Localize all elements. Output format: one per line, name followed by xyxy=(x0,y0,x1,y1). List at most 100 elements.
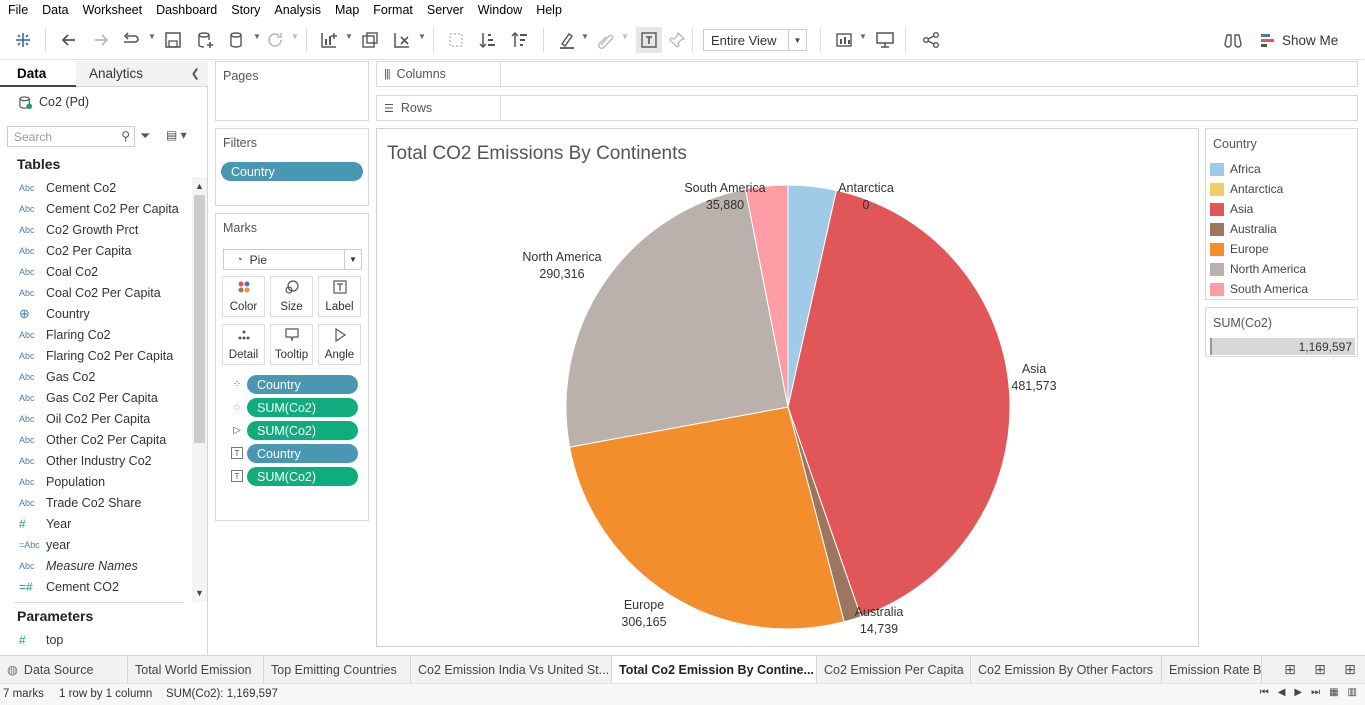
prev-sheet-icon[interactable]: ◀ xyxy=(1278,687,1286,698)
field-item[interactable]: Abc Trade Co2 Share xyxy=(0,492,192,513)
legend-item[interactable]: Asia xyxy=(1210,200,1253,218)
field-item[interactable]: # Year xyxy=(0,513,192,534)
field-item[interactable]: Abc Oil Co2 Per Capita xyxy=(0,408,192,429)
tableau-logo-icon[interactable] xyxy=(12,29,34,51)
highlight-icon[interactable] xyxy=(556,29,578,51)
legend-item[interactable]: Australia xyxy=(1210,220,1277,238)
filters-shelf[interactable]: Filters Country xyxy=(215,128,369,206)
sheet-tab[interactable]: Total World Emission xyxy=(128,656,264,683)
last-sheet-icon[interactable]: ⏭ xyxy=(1311,687,1320,698)
scroll-up-icon[interactable]: ▲ xyxy=(195,181,204,191)
menu-help[interactable]: Help xyxy=(536,3,562,17)
sheet-tab[interactable]: Co2 Emission Per Capita xyxy=(817,656,971,683)
menu-story[interactable]: Story xyxy=(231,3,260,17)
sheet-sorter-icon[interactable]: ▦ xyxy=(1329,687,1338,698)
pages-shelf[interactable]: Pages xyxy=(215,61,369,121)
field-list-scrollbar[interactable]: ▲ ▼ xyxy=(192,177,207,602)
new-story-tab-icon[interactable]: ⊞ xyxy=(1335,661,1365,678)
mark-pill[interactable]: SUM(Co2) xyxy=(247,467,358,486)
pause-datasource-icon[interactable] xyxy=(226,29,248,51)
chevron-down-icon[interactable]: ▼ xyxy=(859,32,867,41)
sheet-tab[interactable]: Co2 Emission By Other Factors xyxy=(971,656,1162,683)
view-options-icon[interactable]: ▤ ▾ xyxy=(166,128,187,142)
new-datasource-icon[interactable] xyxy=(194,29,216,51)
field-item[interactable]: Abc Cement Co2 Per Capita xyxy=(0,198,192,219)
fit-select[interactable]: Entire View ▼ xyxy=(703,29,807,51)
field-item[interactable]: Abc Cement Co2 xyxy=(0,177,192,198)
show-me-button[interactable]: Show Me xyxy=(1260,30,1338,50)
label-button[interactable]: Label xyxy=(318,276,361,317)
sheet-tab[interactable]: Co2 Emission India Vs United St... xyxy=(411,656,612,683)
sheet-tab[interactable]: Emission Rate By In xyxy=(1162,656,1262,683)
sort-ascending-icon[interactable] xyxy=(477,29,499,51)
presentation-mode-icon[interactable] xyxy=(874,29,896,51)
tab-data-source[interactable]: ◍ Data Source xyxy=(0,656,128,683)
detail-button[interactable]: Detail xyxy=(222,324,265,365)
chevron-down-icon[interactable]: ▼ xyxy=(621,32,629,41)
duplicate-sheet-icon[interactable] xyxy=(359,29,381,51)
legend-item[interactable]: South America xyxy=(1210,280,1308,298)
chevron-down-icon[interactable]: ▼ xyxy=(253,32,261,41)
menu-map[interactable]: Map xyxy=(335,3,359,17)
clear-sheet-icon[interactable] xyxy=(391,29,413,51)
menu-format[interactable]: Format xyxy=(373,3,413,17)
legend-item[interactable]: Africa xyxy=(1210,160,1261,178)
view-canvas[interactable]: Total CO2 Emissions By Continents Antarc… xyxy=(376,128,1199,647)
swap-rows-columns-icon[interactable] xyxy=(445,29,467,51)
filmstrip-icon[interactable]: ▥ xyxy=(1348,687,1357,698)
color-button[interactable]: Color xyxy=(222,276,265,317)
parameter-item[interactable]: # top xyxy=(0,629,192,650)
mark-pill[interactable]: Country xyxy=(247,375,358,394)
field-item[interactable]: Abc Other Co2 Per Capita xyxy=(0,429,192,450)
field-item[interactable]: Abc Population xyxy=(0,471,192,492)
tab-analytics[interactable]: Analytics ❮ xyxy=(76,61,208,87)
menu-worksheet[interactable]: Worksheet xyxy=(83,3,143,17)
sheet-tab[interactable]: Top Emitting Countries xyxy=(264,656,411,683)
chevron-down-icon[interactable]: ▼ xyxy=(148,32,156,41)
scrollbar-thumb[interactable] xyxy=(194,195,205,443)
menu-dashboard[interactable]: Dashboard xyxy=(156,3,217,17)
field-item[interactable]: =Abc year xyxy=(0,534,192,555)
next-sheet-icon[interactable]: ▶ xyxy=(1294,687,1302,698)
pie-chart[interactable]: Antarctica 0 Asia 481,573 Australia 14,739 Eur… xyxy=(377,129,1200,648)
datasource-item[interactable]: Co2 (Pd) xyxy=(18,93,89,111)
mark-pill[interactable]: Country xyxy=(247,444,358,463)
share-icon[interactable] xyxy=(920,29,942,51)
pause-updates-icon[interactable] xyxy=(120,29,142,51)
mark-type-select[interactable]: ◔ Pie ▼ xyxy=(223,249,362,270)
refresh-icon[interactable] xyxy=(264,29,286,51)
chevron-down-icon[interactable]: ▼ xyxy=(418,32,426,41)
sort-descending-icon[interactable] xyxy=(509,29,531,51)
field-item[interactable]: Abc Gas Co2 xyxy=(0,366,192,387)
field-item[interactable]: Abc Measure Names xyxy=(0,555,192,576)
field-item[interactable]: Abc Coal Co2 Per Capita xyxy=(0,282,192,303)
field-item[interactable]: Abc Gas Co2 Per Capita xyxy=(0,387,192,408)
menu-file[interactable]: File xyxy=(8,3,28,17)
mark-pill[interactable]: SUM(Co2) xyxy=(247,421,358,440)
show-cards-icon[interactable] xyxy=(834,29,856,51)
scroll-down-icon[interactable]: ▼ xyxy=(195,588,204,598)
pin-icon[interactable] xyxy=(666,29,688,51)
field-item[interactable]: Abc Flaring Co2 Per Capita xyxy=(0,345,192,366)
filter-pill-country[interactable]: Country xyxy=(221,162,363,181)
field-item[interactable]: ⊕ Country xyxy=(0,303,192,324)
mark-pill[interactable]: SUM(Co2) xyxy=(247,398,358,417)
legend-item[interactable]: Europe xyxy=(1210,240,1269,258)
new-worksheet-tab-icon[interactable]: ⊞ xyxy=(1275,661,1305,678)
chevron-down-icon[interactable]: ▼ xyxy=(291,32,299,41)
binoculars-icon[interactable] xyxy=(1222,29,1244,51)
tooltip-button[interactable]: Tooltip xyxy=(270,324,313,365)
new-dashboard-tab-icon[interactable]: ⊞ xyxy=(1305,661,1335,678)
rows-shelf[interactable]: ☰ Rows xyxy=(376,95,1358,121)
new-worksheet-icon[interactable] xyxy=(318,29,340,51)
group-members-icon[interactable] xyxy=(594,29,616,51)
columns-shelf[interactable]: ||| Columns xyxy=(376,61,1358,87)
menu-analysis[interactable]: Analysis xyxy=(274,3,321,17)
chevron-down-icon[interactable]: ▼ xyxy=(581,32,589,41)
field-item[interactable]: Abc Co2 Per Capita xyxy=(0,240,192,261)
menu-server[interactable]: Server xyxy=(427,3,464,17)
chevron-down-icon[interactable]: ▼ xyxy=(345,32,353,41)
redo-icon[interactable] xyxy=(90,29,112,51)
tab-data[interactable]: Data xyxy=(0,61,76,87)
save-icon[interactable] xyxy=(162,29,184,51)
